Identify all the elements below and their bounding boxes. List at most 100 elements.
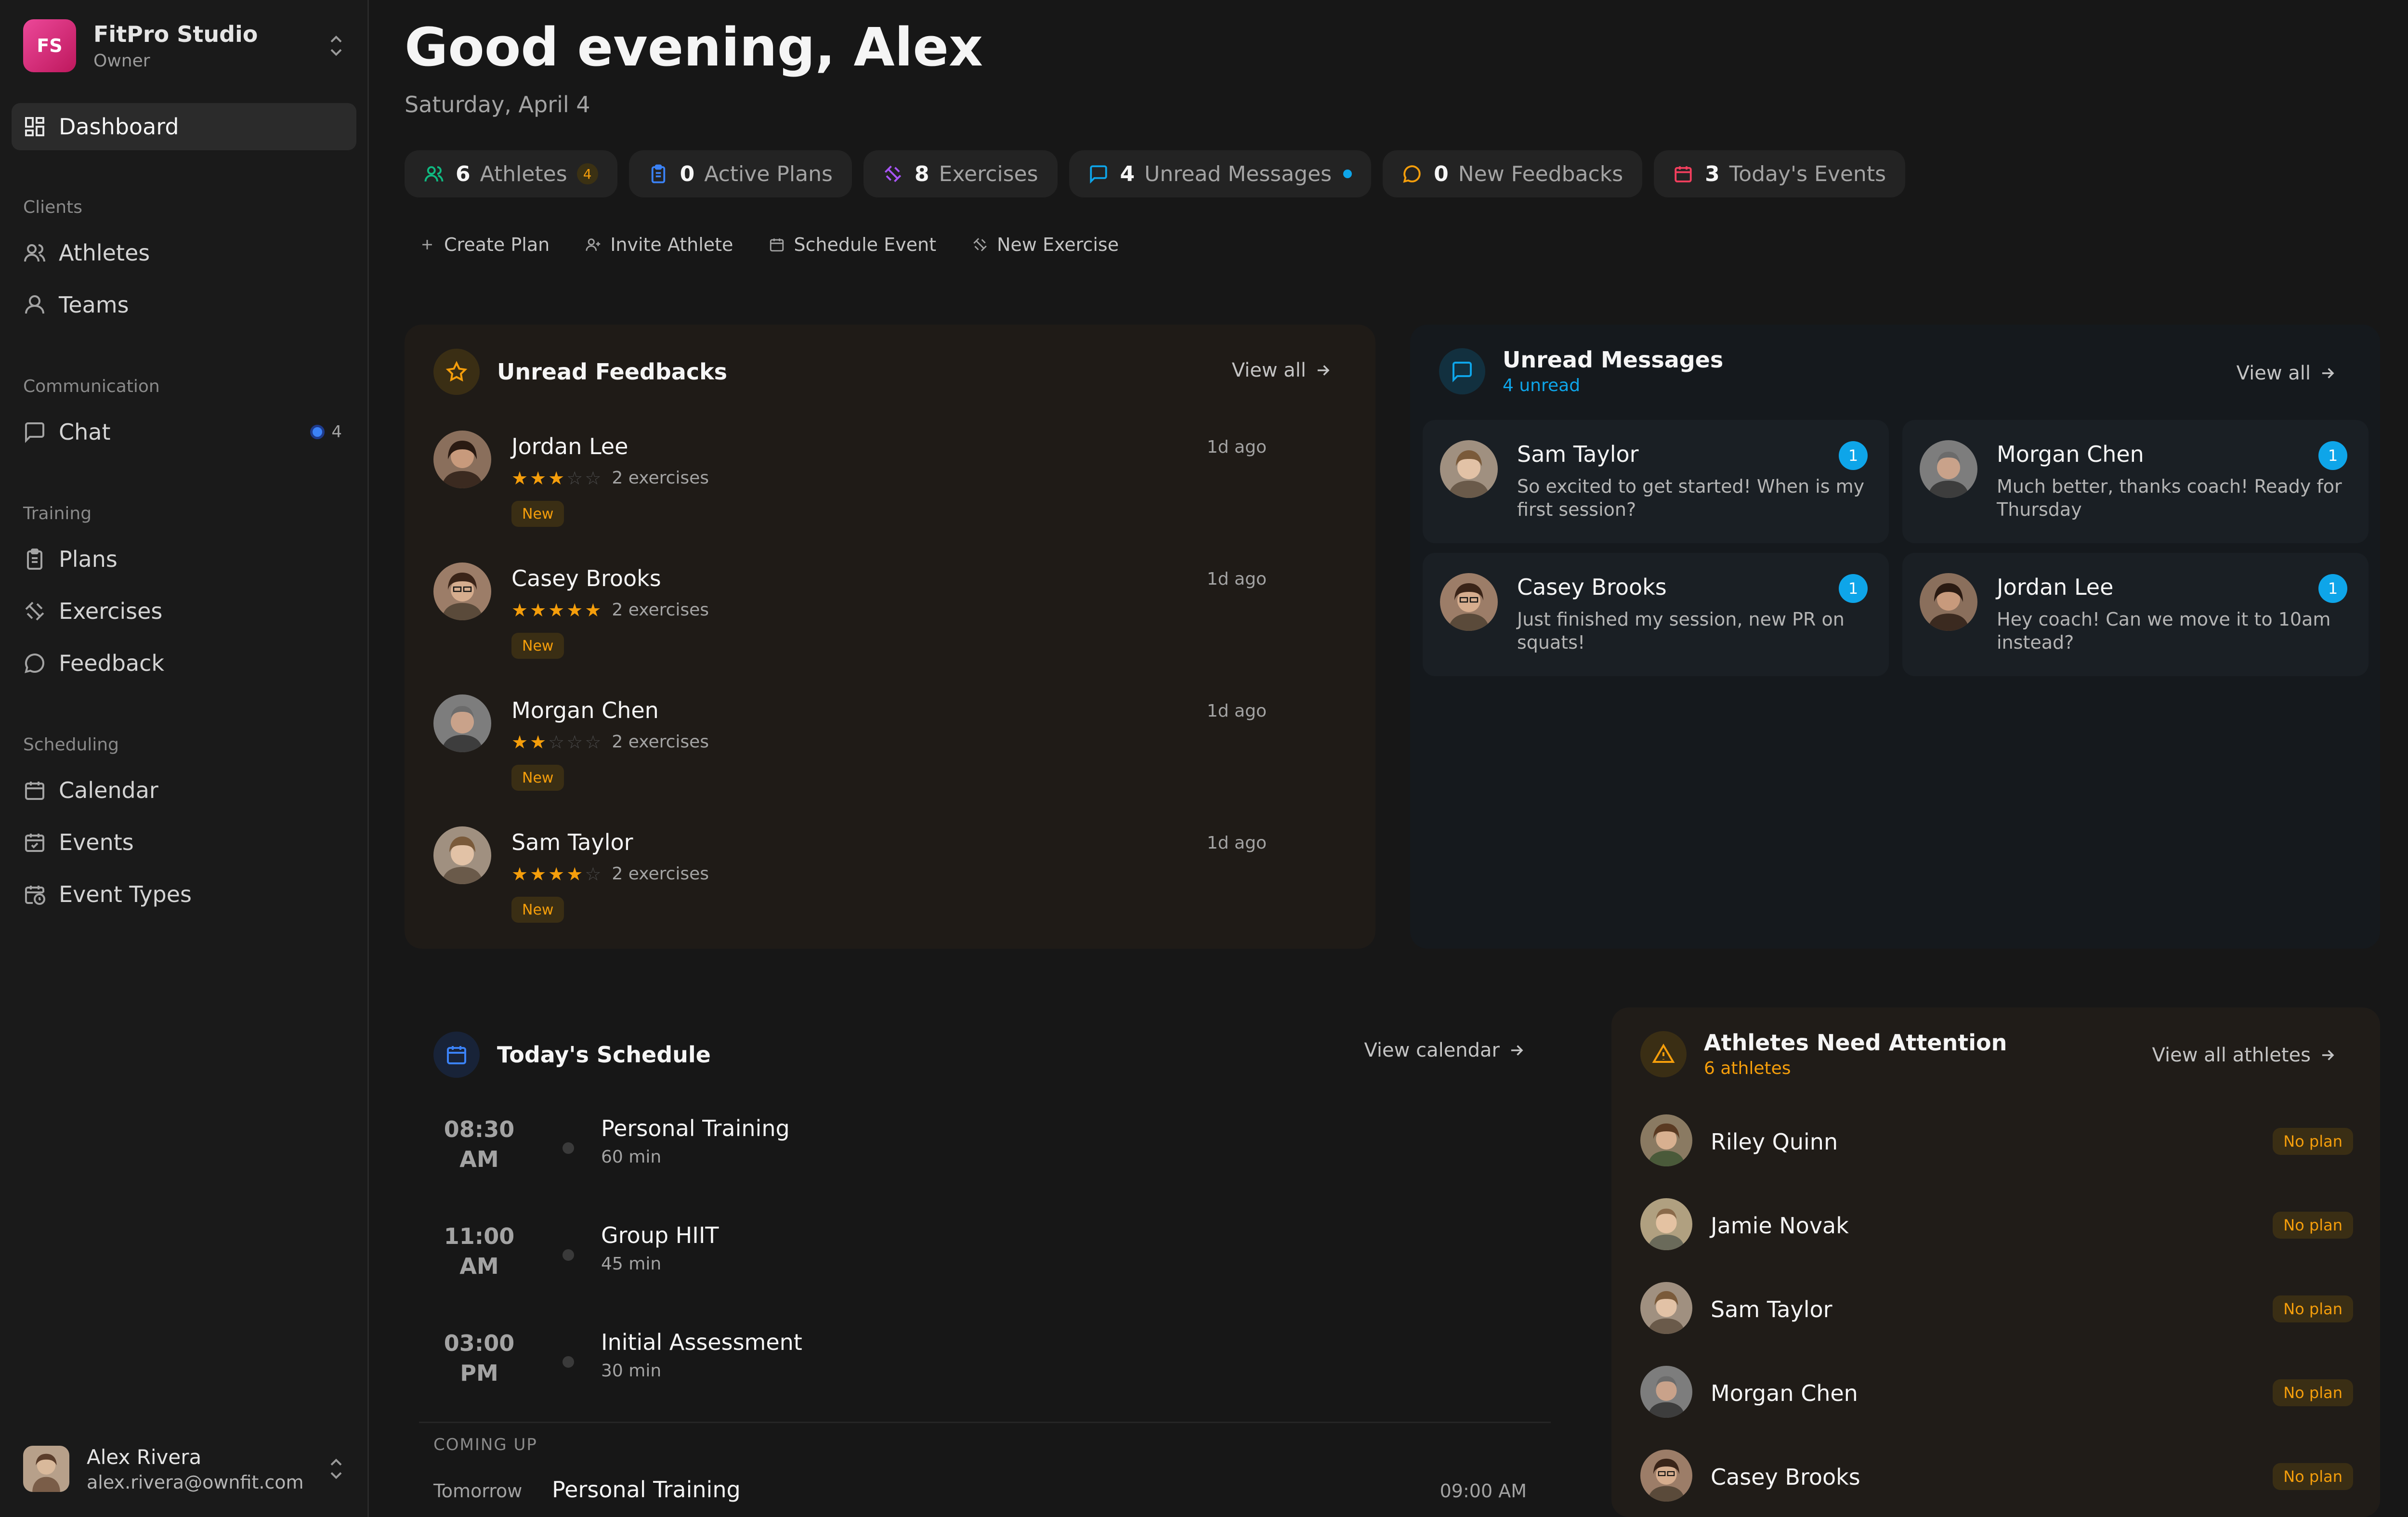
athlete-name: Casey Brooks — [511, 565, 661, 591]
sender-name: Jordan Lee — [1997, 574, 2114, 600]
sidebar-item-plans[interactable]: Plans — [12, 536, 356, 583]
new-exercise-button[interactable]: New Exercise — [972, 234, 1119, 255]
sidebar-item-label: Teams — [59, 292, 129, 318]
athlete-row[interactable]: Morgan Chen No plan — [1640, 1366, 2353, 1424]
star-icon: ☆ — [566, 467, 583, 489]
message-item[interactable]: Sam Taylor 1 So excited to get started! … — [1423, 420, 1889, 543]
coming-up-label: COMING UP — [433, 1435, 537, 1454]
athlete-row[interactable]: Sam Taylor No plan — [1640, 1282, 2353, 1340]
sidebar-item-event-types[interactable]: Event Types — [12, 871, 356, 918]
view-calendar-link[interactable]: View calendar — [1364, 1039, 1526, 1061]
exercise-count: 2 exercises — [612, 732, 709, 752]
create-plan-button[interactable]: Create Plan — [419, 234, 550, 255]
sidebar-item-calendar[interactable]: Calendar — [12, 767, 356, 814]
sender-name: Casey Brooks — [1517, 574, 1667, 600]
invite-athlete-button[interactable]: Invite Athlete — [585, 234, 733, 255]
schedule-item[interactable]: 11:00 AM Group HIIT 45 min — [433, 1221, 1541, 1298]
view-all-messages-link[interactable]: View all — [2237, 362, 2337, 384]
avatar — [1920, 440, 1977, 498]
athlete-row[interactable]: Casey Brooks No plan — [1640, 1450, 2353, 1507]
rating-stars: ★ ★ ★ ★ ★ 2 exercises — [511, 600, 709, 620]
section-scheduling: Scheduling — [23, 735, 119, 755]
event-time: 03:00 PM — [444, 1330, 515, 1386]
stat-new-feedbacks[interactable]: 0 New Feedbacks — [1383, 150, 1643, 197]
view-all-athletes-link[interactable]: View all athletes — [2152, 1044, 2337, 1066]
link-label: View all — [2236, 362, 2311, 384]
schedule-event-button[interactable]: Schedule Event — [769, 234, 936, 255]
star-icon: ★ — [530, 467, 547, 489]
no-plan-badge: No plan — [2273, 1463, 2353, 1490]
user-menu[interactable]: Alex Rivera alex.rivera@ownfit.com — [23, 1440, 346, 1498]
sidebar-item-exercises[interactable]: Exercises — [12, 588, 356, 635]
no-plan-badge: No plan — [2273, 1128, 2353, 1155]
status-dot — [563, 1249, 574, 1261]
new-badge: New — [511, 501, 564, 527]
new-badge: New — [511, 633, 564, 659]
sidebar-item-dashboard[interactable]: Dashboard — [12, 103, 356, 150]
stat-label: Unread Messages — [1144, 161, 1332, 186]
workspace-logo: FS — [23, 19, 76, 72]
quick-actions: Create Plan Invite Athlete Schedule Even… — [419, 234, 1119, 255]
star-icon: ☆ — [566, 731, 583, 753]
dumbbell-icon — [973, 238, 987, 251]
view-all-feedbacks-link[interactable]: View all — [1232, 359, 1332, 381]
stat-active-plans[interactable]: 0 Active Plans — [628, 150, 852, 197]
message-square-icon — [1439, 348, 1485, 394]
button-label: Schedule Event — [794, 234, 936, 255]
feedback-item[interactable]: Jordan Lee ★ ★ ★ ☆ ☆ 2 exercises New 1d ago — [433, 431, 1348, 546]
stat-value: 8 — [914, 161, 929, 186]
stat-unread-messages[interactable]: 4 Unread Messages — [1069, 150, 1372, 197]
star-icon: ★ — [548, 467, 565, 489]
avatar — [1640, 1450, 1692, 1502]
stat-badge: 4 — [576, 163, 598, 184]
message-item[interactable]: Morgan Chen 1 Much better, thanks coach!… — [1902, 420, 2369, 543]
message-circle-icon — [25, 654, 45, 673]
current-date: Saturday, April 4 — [405, 92, 590, 118]
rating-stars: ★ ★ ☆ ☆ ☆ 2 exercises — [511, 732, 709, 752]
card-title: Athletes Need Attention — [1704, 1030, 2007, 1056]
athlete-row[interactable]: Riley Quinn No plan — [1640, 1114, 2353, 1172]
stat-todays-events[interactable]: 3 Today's Events — [1654, 150, 1905, 197]
star-icon: ★ — [585, 599, 602, 621]
sidebar-item-chat[interactable]: Chat 4 — [12, 408, 356, 456]
new-badge: New — [511, 765, 564, 791]
sidebar-item-label: Event Types — [59, 881, 192, 907]
feedback-item[interactable]: Morgan Chen ★ ★ ☆ ☆ ☆ 2 exercises New 1d ago — [433, 694, 1348, 810]
sidebar-item-label: Chat — [59, 419, 111, 445]
stat-athletes[interactable]: 6 Athletes 4 — [405, 150, 617, 197]
avatar — [433, 826, 491, 884]
status-dot — [563, 1356, 574, 1368]
unread-count-badge: 1 — [1839, 441, 1868, 470]
divider — [419, 1422, 1551, 1423]
workspace-switcher[interactable]: FS FitPro Studio Owner — [23, 19, 346, 72]
schedule-item[interactable]: 08:30 AM Personal Training 60 min — [433, 1114, 1541, 1191]
sidebar-item-label: Calendar — [59, 777, 158, 803]
dumbbell-icon — [884, 165, 902, 183]
stat-exercises[interactable]: 8 Exercises — [863, 150, 1058, 197]
message-item[interactable]: Casey Brooks 1 Just finished my session,… — [1423, 553, 1889, 676]
sidebar-item-label: Exercises — [59, 598, 163, 624]
sender-name: Sam Taylor — [1517, 441, 1639, 467]
athlete-row[interactable]: Jamie Novak No plan — [1640, 1198, 2353, 1256]
calendar-check-icon — [25, 834, 44, 852]
athlete-name: Jordan Lee — [511, 433, 628, 459]
plus-icon — [422, 240, 432, 249]
sidebar-item-athletes[interactable]: Athletes — [12, 229, 356, 276]
avatar — [1640, 1198, 1692, 1250]
feedback-item[interactable]: Sam Taylor ★ ★ ★ ★ ☆ 2 exercises New 1d ago — [433, 826, 1348, 942]
sidebar-item-feedback[interactable]: Feedback — [12, 640, 356, 687]
message-preview: So excited to get started! When is my fi… — [1517, 476, 1865, 520]
card-title: Today's Schedule — [497, 1042, 711, 1068]
unread-count-badge: 1 — [2318, 441, 2347, 470]
card-title: Unread Feedbacks — [497, 359, 728, 385]
message-item[interactable]: Jordan Lee 1 Hey coach! Can we move it t… — [1902, 553, 2369, 676]
sidebar-item-events[interactable]: Events — [12, 819, 356, 866]
unread-dot — [1343, 170, 1352, 178]
schedule-item[interactable]: 03:00 PM Initial Assessment 30 min — [433, 1328, 1541, 1405]
sidebar-item-label: Athletes — [59, 240, 150, 266]
feedback-item[interactable]: Casey Brooks ★ ★ ★ ★ ★ 2 exercises New 1d ag… — [433, 562, 1348, 678]
unread-messages-card: Unread Messages 4 unread View all Sam Ta… — [1410, 325, 2380, 949]
sidebar-item-teams[interactable]: Teams — [12, 281, 356, 328]
stat-label: Exercises — [939, 161, 1038, 186]
chevrons-up-down-icon — [330, 1458, 342, 1479]
